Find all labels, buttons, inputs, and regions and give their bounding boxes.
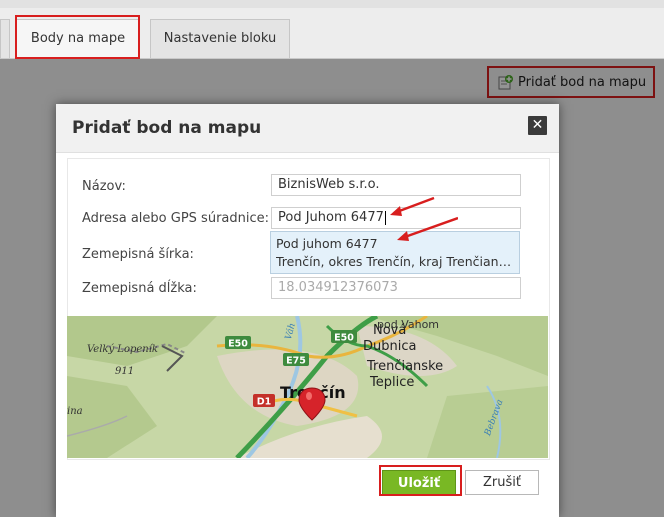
map-road-badge: E50 (334, 333, 354, 344)
text-cursor (384, 210, 386, 225)
tab-nastavenie-bloku[interactable]: Nastavenie bloku (150, 19, 290, 58)
map-road-badge: E75 (286, 356, 306, 367)
map-label-nova: Nová (373, 323, 406, 338)
tab-body-na-mape[interactable]: Body na mape (16, 19, 140, 58)
map-label-lopenik: Velký Lopeník (87, 344, 158, 355)
map-view[interactable]: E50 E50 E75 D1 Velký Lopeník 911 ina pod… (67, 316, 548, 458)
address-field[interactable]: Pod Juhom 6477 (271, 207, 521, 229)
name-field[interactable]: BiznisWeb s.r.o. (271, 174, 521, 196)
map-label-trencianske: Trenčianske (366, 359, 443, 374)
suggestion-line-street: Pod juhom 6477 (276, 236, 378, 251)
longitude-field[interactable]: 18.034912376073 (271, 277, 521, 299)
suggestion-line-region: Trenčín, okres Trenčín, kraj Trenčiansk… (276, 254, 514, 269)
add-point-dialog: Pridať bod na mapu ✕ Názov: BiznisWeb s.… (56, 104, 559, 517)
map-label-lopenik-alt: 911 (115, 366, 134, 377)
longitude-label: Zemepisná dĺžka: (82, 281, 197, 296)
address-value: Pod Juhom 6477 (278, 210, 384, 225)
dialog-header: Pridať bod na mapu ✕ (56, 104, 559, 153)
latitude-label: Zemepisná šírka: (82, 247, 194, 262)
dialog-title: Pridať bod na mapu (72, 118, 262, 138)
tab-bar: Body na mape Nastavenie bloku (0, 8, 664, 59)
close-icon[interactable]: ✕ (528, 116, 547, 135)
map-road-badge: D1 (257, 397, 272, 408)
map-label-partial-left: ina (67, 406, 83, 417)
map-road-badge: E50 (228, 339, 248, 350)
dialog-footer: Uložiť Zrušiť (56, 458, 559, 517)
address-suggestion[interactable]: Pod juhom 6477 Trenčín, okres Trenčín, k… (270, 231, 520, 274)
cancel-button[interactable]: Zrušiť (465, 470, 539, 495)
tab-partial[interactable] (0, 19, 10, 58)
address-label: Adresa alebo GPS súradnice: (82, 211, 270, 226)
map-label-teplice: Teplice (369, 375, 414, 390)
name-label: Názov: (82, 179, 126, 194)
save-button[interactable]: Uložiť (382, 470, 456, 495)
map-label-dubnica: Dubnica (363, 339, 416, 354)
top-strip (0, 0, 664, 8)
